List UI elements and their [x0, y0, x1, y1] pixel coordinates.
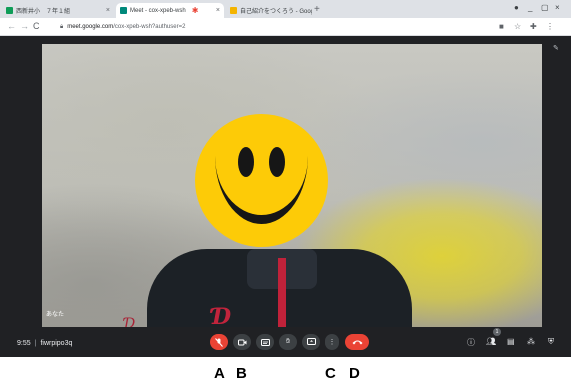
captions-button[interactable] — [256, 334, 274, 350]
star-icon[interactable]: ☆ — [514, 22, 521, 31]
tab-meet[interactable]: Meet - cox-xpeb-wsh ✱ × — [116, 3, 224, 18]
browser-tab-strip: 西新井小 ７年１組 × Meet - cox-xpeb-wsh ✱ × 自己紹介… — [0, 0, 571, 18]
people-icon[interactable]: 👥︎ — [486, 337, 496, 346]
participant-count-badge: 1 — [493, 328, 501, 336]
slides-icon — [230, 7, 237, 14]
url-host: meet.google.com — [67, 24, 114, 30]
mic-toggle-button[interactable] — [210, 334, 228, 350]
tab-label: 自己紹介をつくろう - Google — [240, 9, 312, 15]
close-tab-icon[interactable]: × — [102, 7, 110, 14]
close-tab-icon[interactable]: × — [212, 7, 220, 14]
shirt-logo: Ɗ — [212, 304, 232, 327]
separator: | — [34, 340, 37, 347]
end-call-button[interactable] — [345, 334, 369, 350]
recording-icon: ✱ — [191, 6, 199, 15]
lock-icon: 🔒︎ — [60, 23, 64, 30]
more-options-icon: ⋮ — [328, 339, 336, 346]
host-controls-icon[interactable]: ⛨ — [548, 337, 554, 347]
more-options-button[interactable]: ⋮ — [325, 334, 339, 350]
close-window-button[interactable]: × — [555, 3, 560, 12]
info-icon[interactable]: ⓘ — [467, 337, 475, 348]
participant-video: Ɗ Ɗ あなた — [42, 44, 542, 327]
reload-icon[interactable]: C — [33, 21, 40, 31]
tab-slides[interactable]: 自己紹介をつくろう - Google × — [226, 3, 312, 18]
arrow-right-icon[interactable]: → — [20, 21, 29, 31]
end-call-icon — [352, 340, 362, 345]
address-bar[interactable]: 🔒︎ meet.google.com /cox-xpeb-wsh?authuse… — [60, 21, 480, 33]
present-now-button[interactable] — [302, 334, 320, 350]
menu-icon[interactable]: ⋮ — [546, 22, 554, 31]
tab-label: Meet - cox-xpeb-wsh — [130, 7, 186, 14]
self-name-label: あなた — [46, 312, 65, 318]
chat-icon[interactable]: ▤ — [507, 337, 515, 346]
meet-icon — [120, 7, 127, 14]
annotation-c: C — [325, 365, 336, 382]
meeting-info: 9:55 | fiwrpipo3q — [17, 340, 72, 347]
raise-hand-button[interactable]: ✋︎ — [279, 334, 297, 350]
arrow-left-icon[interactable]: ← — [7, 21, 16, 31]
tab-label: 西新井小 ７年１組 — [16, 9, 71, 15]
activities-icon[interactable]: ⁂ — [527, 337, 535, 346]
video-indicator-icon[interactable]: ■ — [499, 22, 504, 31]
minimize-button[interactable]: _ — [528, 3, 532, 12]
profile-icon[interactable]: ● — [514, 3, 519, 12]
shirt-stripe — [278, 258, 286, 327]
browser-toolbar: ← → C 🔒︎ meet.google.com /cox-xpeb-wsh?a… — [0, 18, 571, 36]
new-tab-button[interactable]: + — [314, 4, 320, 15]
camera-toggle-button[interactable] — [233, 334, 251, 350]
annotation-row: A B C D — [0, 357, 571, 385]
captions-icon — [260, 338, 270, 346]
tab-class[interactable]: 西新井小 ７年１組 × — [2, 3, 114, 18]
extensions-icon[interactable]: ✚ — [530, 22, 537, 31]
classroom-icon — [6, 7, 13, 14]
meet-window: 西新井小 ７年１組 × Meet - cox-xpeb-wsh ✱ × 自己紹介… — [0, 0, 571, 385]
annotation-a: A — [214, 365, 225, 382]
maximize-button[interactable]: ▢ — [541, 3, 549, 12]
smiley-face-overlay — [195, 114, 328, 247]
url-path: /cox-xpeb-wsh?authuser=2 — [113, 24, 186, 30]
shirt-logo: Ɗ — [124, 316, 136, 327]
meeting-time: 9:55 — [17, 340, 31, 347]
meet-stage: Ɗ Ɗ あなた ✎ 9:55 | fiwrpipo3q ✋︎ ⋮ ⓘ 👥︎ 1 … — [0, 36, 571, 357]
smiley-mouth — [215, 156, 308, 224]
mic-off-icon — [215, 337, 223, 347]
raise-hand-icon: ✋︎ — [286, 338, 290, 345]
annotation-d: D — [349, 365, 360, 382]
pin-icon[interactable]: ✎ — [553, 44, 559, 52]
annotation-b: B — [236, 365, 247, 382]
present-icon — [306, 338, 316, 345]
meeting-code: fiwrpipo3q — [40, 340, 73, 347]
camera-icon — [237, 339, 246, 345]
